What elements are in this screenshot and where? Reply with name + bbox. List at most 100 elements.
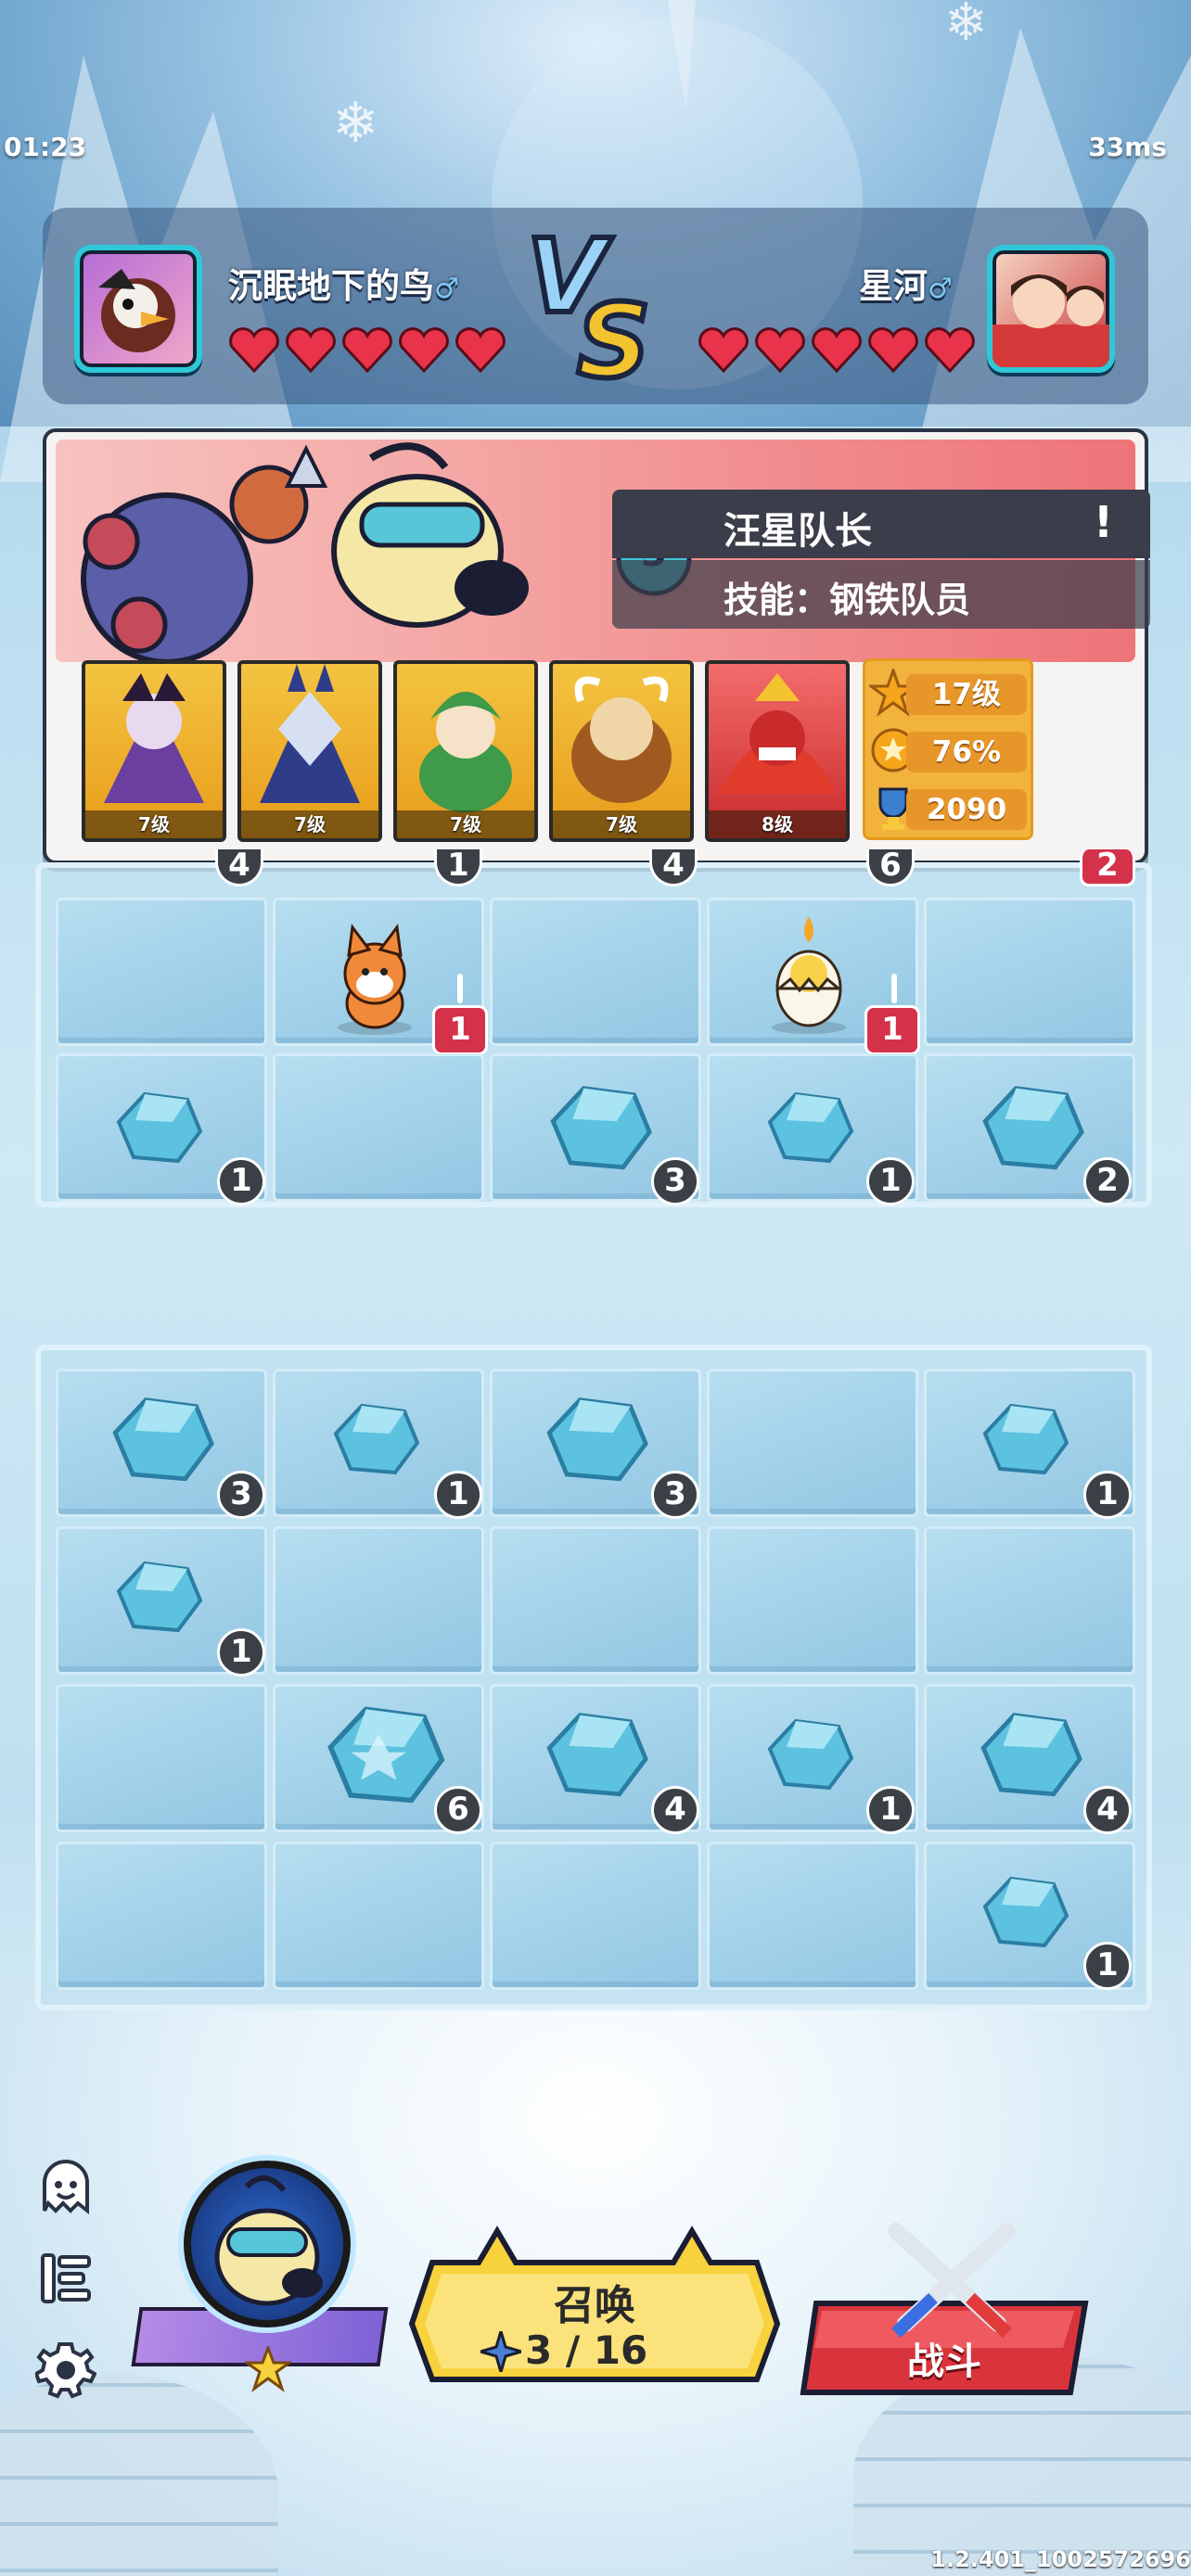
forest-dryad-icon [419,692,512,812]
ice-block-icon [333,1403,420,1475]
cell-count: 4 [1083,1786,1132,1834]
shuriken-icon [480,2331,521,2372]
board-cell[interactable] [924,898,1135,1046]
hero-name-bar: 汪星队长 ! [612,490,1150,558]
unit-level: 7级 [85,810,223,838]
hearts-left [228,326,506,373]
board-cell[interactable] [273,1053,484,1202]
red-dragon-icon [718,673,837,794]
unit-card[interactable]: 7级 [549,660,694,842]
board-cell[interactable] [490,1526,701,1675]
hero-skill: 技能：钢铁队员 [724,580,971,620]
cell-count: 1 [217,1157,265,1205]
ice-block-icon [982,1403,1069,1475]
cell-count: 2 [1083,1157,1132,1205]
player-name-left: 沉眠地下的鸟♂ [228,266,459,306]
unit-card[interactable]: 8级 [705,660,850,842]
cell-count: 1 [866,1157,915,1205]
cell-count: 3 [651,1157,699,1205]
unit-card[interactable]: 7级 [82,660,226,842]
unit-card[interactable]: 7级 [237,660,382,842]
ice-block-icon [112,1397,214,1482]
cell-count: 1 [1083,1942,1132,1990]
heart-icon [698,327,749,373]
match-timer: 01:23 [4,132,87,162]
stat-win-rate: 76% [906,732,1027,772]
ice-block-icon [550,1086,652,1170]
wolf-warrior-icon [260,664,360,803]
version-label: 1.2.401_1002572696 [930,2546,1191,2572]
player-name-right: 星河♂ [859,266,953,306]
board-cell[interactable] [56,1684,267,1832]
heart-icon [455,327,506,373]
board-cell[interactable] [56,898,267,1046]
stat-level: 17级 [906,674,1027,715]
stat-row-trophies: 2090 [865,780,1031,832]
fox-icon [338,924,412,1035]
board-cell[interactable] [707,1526,918,1675]
crossed-swords-icon [888,2223,1016,2339]
gender-male-icon: ♂ [928,273,953,305]
unit-flag [891,974,897,1003]
emote-ghost-icon[interactable] [35,2155,96,2216]
cell-count: 1 [434,1471,482,1519]
ice-block-icon [767,1091,854,1164]
summon-button[interactable]: 召唤 3 / 16 [404,2225,785,2383]
board-cell[interactable] [707,1369,918,1517]
board-cell[interactable] [273,1842,484,1990]
ice-block-icon [546,1397,648,1482]
summon-count: 3 / 16 [525,2327,648,2373]
cell-count: 3 [651,1471,699,1519]
unit-card[interactable]: 7级 [393,660,538,842]
hearts-right [698,326,976,373]
cell-count: 4 [651,1786,699,1834]
unit-level: 8级 [709,810,846,838]
ice-block-icon [980,1713,1082,1797]
heart-icon [399,327,449,373]
snowflake-icon: ❄ [944,0,988,53]
cell-count-red: 2 [1080,849,1135,886]
snowflake-icon: ❄ [332,91,379,156]
board-cell[interactable] [707,1842,918,1990]
hero-star-icon [245,2346,291,2392]
unit-count: 1 [432,1005,488,1055]
board-cell[interactable] [490,898,701,1046]
vampire-lady-icon [104,673,204,803]
hero-skill-bar: 技能：钢铁队员 [612,560,1150,629]
stat-trophies: 2090 [906,789,1027,830]
settings-gear-icon[interactable] [35,2339,96,2400]
battle-log-icon[interactable] [35,2248,96,2309]
heart-icon [925,327,975,373]
cell-count: 1 [217,1628,265,1677]
unit-level: 7级 [241,810,378,838]
ice-block-icon [116,1091,203,1164]
heart-icon [229,327,279,373]
heart-icon [286,327,336,373]
summon-label: 召唤 [554,2282,635,2329]
ice-block-icon [982,1086,1084,1170]
heart-icon [755,327,805,373]
player-avatar-right[interactable] [987,245,1115,373]
ox-knight-icon [571,676,672,803]
board-cell[interactable] [924,1526,1135,1675]
hero-portrait[interactable] [184,2161,351,2327]
ice-block-icon [327,1706,445,1804]
unit-level: 7级 [553,810,690,838]
ping-indicator: 33ms [1088,132,1167,162]
info-button[interactable]: ! [1094,497,1113,547]
heart-icon [812,327,862,373]
hero-name: 汪星队长 [724,510,872,553]
board-cell[interactable] [56,1842,267,1990]
captain-dog-hero-icon [214,2175,323,2306]
board-cell[interactable] [273,1526,484,1675]
ice-block-icon [116,1561,203,1633]
unit-count: 1 [864,1005,920,1055]
unit-level: 7级 [397,810,534,838]
board-cell[interactable] [490,1842,701,1990]
heart-icon [868,327,918,373]
ice-block-icon [982,1876,1069,1948]
player-avatar-left[interactable] [74,245,202,373]
svg-text:S: S [577,282,650,395]
ice-block-icon [546,1713,648,1797]
heart-icon [342,327,392,373]
